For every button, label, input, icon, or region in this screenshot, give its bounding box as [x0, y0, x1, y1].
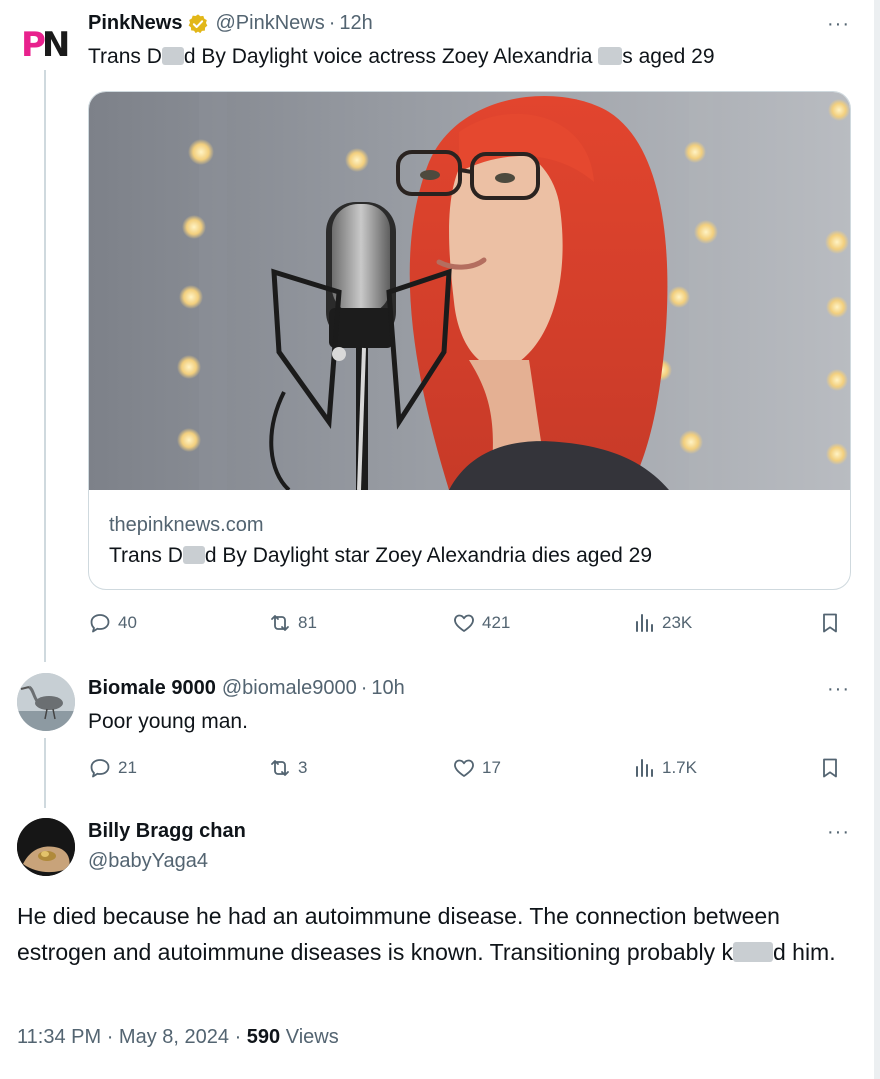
views-count: 590	[246, 1026, 281, 1048]
author-handle[interactable]: @PinkNews	[215, 12, 324, 35]
heron-icon	[17, 673, 75, 731]
author-block: Billy Bragg chan	[88, 820, 246, 843]
repost-button[interactable]: 81	[268, 611, 317, 635]
reply-button[interactable]: 21	[88, 756, 137, 780]
repost-count: 81	[298, 613, 317, 632]
tweet-time[interactable]: 12h	[339, 12, 372, 35]
tweet-time[interactable]: 10h	[371, 677, 404, 700]
reply-icon	[90, 614, 110, 633]
repost-icon	[271, 615, 289, 631]
card-title-part: d By Daylight star Zoey Alexandria dies …	[204, 544, 652, 567]
link-card[interactable]: thepinknews.com Trans D d By Daylight sta…	[88, 91, 851, 590]
tweet-text-part: s aged 29	[622, 45, 715, 68]
like-count: 17	[482, 758, 501, 777]
more-icon[interactable]: ···	[827, 679, 850, 699]
censor-blur	[182, 546, 205, 564]
bookmark-icon	[823, 758, 837, 778]
views-button[interactable]: 23K	[632, 611, 692, 635]
views-icon	[636, 759, 653, 777]
thread-line	[44, 70, 46, 662]
author-handle[interactable]: @babyYaga4	[88, 850, 208, 873]
tweet-text-part: He died because he had an autoimmune dis…	[17, 903, 780, 965]
reply-icon	[90, 759, 110, 778]
reply-count: 40	[118, 613, 137, 632]
tweet-header: PinkNews @PinkNews · 12h	[88, 12, 373, 35]
card-title: Trans D d By Daylight star Zoey Alexandri…	[109, 544, 652, 568]
author-name[interactable]: Billy Bragg chan	[88, 820, 246, 843]
views-icon	[636, 614, 653, 632]
thread-line	[44, 738, 46, 808]
tweet-date[interactable]: May 8, 2024	[119, 1026, 229, 1048]
like-icon	[454, 614, 474, 632]
tweet-text: Trans D d By Daylight voice actress Zoey …	[88, 43, 715, 70]
tweet-actions: 40 81 421 23K	[88, 611, 848, 641]
avatar-photo	[17, 818, 75, 876]
main-tweet-text: He died because he had an autoimmune dis…	[17, 898, 837, 970]
header-separator: ·	[360, 677, 368, 699]
scroll-edge	[874, 0, 880, 1079]
tweet-time[interactable]: 11:34 PM	[17, 1026, 101, 1048]
author-name[interactable]: Biomale 9000	[88, 677, 216, 700]
censor-blur	[598, 47, 623, 65]
bookmark-button[interactable]	[818, 611, 848, 635]
views-button[interactable]: 1.7K	[632, 756, 697, 780]
bookmark-button[interactable]	[818, 756, 848, 780]
avatar-letter-p: P	[21, 25, 46, 65]
views-count: 23K	[662, 613, 693, 632]
tweet-text-part: Trans D	[88, 45, 162, 68]
tweet-meta: 11:34 PM · May 8, 2024 · 590 Views	[17, 1026, 339, 1049]
censor-blur	[161, 47, 184, 65]
repost-count: 3	[298, 758, 308, 777]
header-separator: ·	[328, 12, 336, 34]
pinknews-avatar[interactable]: PN	[18, 18, 72, 72]
tweet-text-part: d him.	[772, 939, 836, 965]
reply-button[interactable]: 40	[88, 611, 137, 635]
more-icon[interactable]: ···	[827, 14, 850, 34]
meta-separator: ·	[106, 1026, 114, 1048]
like-icon	[454, 759, 474, 777]
meta-separator: ·	[234, 1026, 242, 1048]
card-photo	[89, 92, 850, 490]
censor-blur	[732, 942, 773, 962]
card-title-part: Trans D	[109, 544, 183, 567]
verified-badge-icon	[189, 13, 208, 33]
tweet-text: Poor young man.	[88, 710, 248, 733]
repost-button[interactable]: 3	[268, 756, 307, 780]
author-name[interactable]: PinkNews	[88, 12, 182, 35]
tweet-actions: 21 3 17 1.7K	[88, 756, 848, 786]
author-handle-row: @babyYaga4	[88, 850, 208, 873]
like-button[interactable]: 17	[452, 756, 501, 780]
billy-avatar[interactable]	[17, 818, 75, 876]
reply-header: Biomale 9000 @biomale9000 · 10h	[88, 677, 405, 700]
card-domain: thepinknews.com	[109, 514, 264, 536]
reply-count: 21	[118, 758, 137, 777]
author-handle[interactable]: @biomale9000	[222, 677, 357, 700]
bookmark-icon	[823, 613, 837, 633]
views-count: 1.7K	[662, 758, 697, 777]
avatar-letter-n: N	[41, 25, 71, 65]
views-label: Views	[285, 1026, 339, 1048]
repost-icon	[271, 760, 289, 776]
biomale-avatar[interactable]	[17, 673, 75, 731]
like-button[interactable]: 421	[452, 611, 510, 635]
like-count: 421	[482, 613, 511, 632]
card-image[interactable]	[89, 92, 850, 490]
more-icon[interactable]: ···	[827, 822, 850, 842]
tweet-text-part: d By Daylight voice actress Zoey Alexand…	[183, 45, 599, 68]
